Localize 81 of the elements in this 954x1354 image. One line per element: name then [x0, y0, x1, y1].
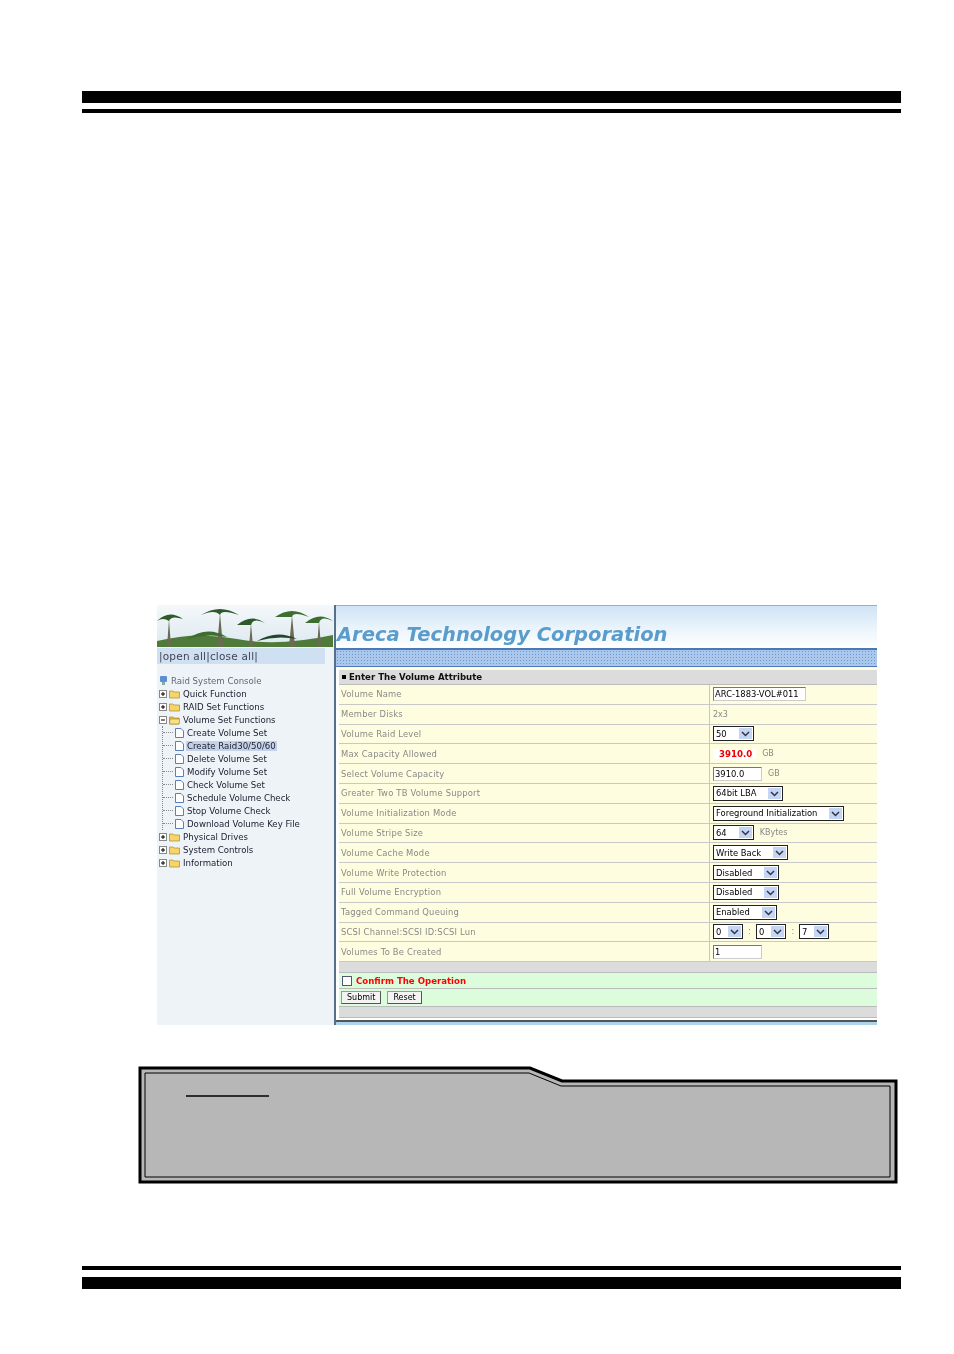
field-label: Volume Write Protection: [339, 863, 710, 882]
field-label: SCSI Channel:SCSI ID:SCSI Lun: [339, 922, 710, 942]
unit-label: KBytes: [759, 828, 788, 838]
field-value: 3910.0: [713, 748, 757, 759]
tree-item[interactable]: Quick Function: [182, 688, 248, 699]
caret-icon: [814, 926, 828, 938]
app-title: Areca Technology Corporation: [336, 623, 668, 648]
caret-icon: [773, 847, 787, 859]
field-label: Volume Cache Mode: [339, 843, 710, 863]
input-field[interactable]: 3910.0: [713, 766, 762, 781]
separator-colon: :: [790, 927, 796, 937]
field-label: Volume Stripe Size: [339, 823, 710, 843]
page-icon: [175, 805, 184, 816]
checkbox[interactable]: [342, 975, 352, 986]
caret-icon: [738, 728, 752, 740]
field-label: Full Volume Encryption: [339, 882, 710, 902]
section-header: Enter The Volume Attribute: [339, 670, 877, 685]
tree-item[interactable]: Modify Volume Set: [186, 766, 268, 777]
tree-item[interactable]: Create Raid30/50/60: [186, 740, 277, 751]
form-button[interactable]: Reset: [387, 991, 422, 1005]
tree-item[interactable]: Check Volume Set: [186, 779, 266, 790]
caret-icon: [764, 867, 778, 879]
unit-label: GB: [768, 769, 780, 779]
expand-icon: [159, 832, 167, 841]
tree-item[interactable]: RAID Set Functions: [182, 701, 266, 712]
caret-icon: [768, 787, 782, 799]
dropdown[interactable]: Write Back: [713, 845, 789, 861]
field-label: Member Disks: [339, 704, 710, 724]
field-label: Volumes To Be Created: [339, 942, 710, 962]
expand-icon: [159, 845, 167, 854]
dropdown[interactable]: 0: [713, 924, 744, 940]
tree-item[interactable]: Download Volume Key File: [186, 818, 301, 829]
computer-icon: [159, 675, 168, 686]
page-icon: [175, 753, 184, 764]
tree-item[interactable]: Schedule Volume Check: [186, 792, 292, 803]
caret-icon: [728, 926, 742, 938]
input-field[interactable]: ARC-1883-VOL#011: [713, 687, 806, 702]
unit-label: GB: [762, 749, 774, 759]
field-label: Select Volume Capacity: [339, 764, 710, 783]
caret-icon: [829, 807, 843, 819]
form-button[interactable]: Submit: [341, 991, 382, 1005]
tree-item[interactable]: Raid System Console: [170, 675, 263, 686]
expand-icon: [159, 858, 167, 867]
dropdown[interactable]: Enabled: [713, 904, 777, 920]
dropdown[interactable]: 0: [756, 924, 787, 940]
tree-item[interactable]: Stop Volume Check: [186, 805, 272, 816]
caret-icon: [761, 906, 775, 918]
caret-icon: [764, 886, 778, 898]
tree-item[interactable]: Physical Drives: [182, 831, 250, 842]
page-icon: [175, 818, 184, 829]
caret-icon: [771, 926, 785, 938]
page-icon: [175, 766, 184, 777]
expand-icon: [159, 689, 167, 698]
confirm-label: Confirm The Operation: [356, 975, 467, 986]
tree-item[interactable]: Delete Volume Set: [186, 753, 268, 764]
field-label: Volume Raid Level: [339, 724, 710, 744]
page-icon: [175, 779, 184, 790]
tree-item[interactable]: Volume Set Functions: [182, 714, 277, 725]
tree-item[interactable]: Information: [182, 857, 234, 868]
field-label: Greater Two TB Volume Support: [339, 784, 710, 803]
separator-colon: :: [747, 927, 753, 937]
field-label: Volume Initialization Mode: [339, 803, 710, 823]
caret-icon: [738, 827, 752, 839]
tree-item[interactable]: System Controls: [182, 844, 255, 855]
dropdown[interactable]: 50: [713, 726, 754, 742]
tree-item[interactable]: Create Volume Set: [186, 727, 269, 738]
field-label: Volume Name: [339, 685, 710, 704]
dropdown[interactable]: 7: [799, 924, 830, 940]
input-field[interactable]: 1: [713, 944, 762, 959]
field-label: Max Capacity Allowed: [339, 744, 710, 764]
dropdown[interactable]: Disabled: [713, 884, 780, 900]
dropdown[interactable]: Disabled: [713, 865, 780, 881]
page-icon: [175, 740, 184, 751]
page-icon: [175, 727, 184, 738]
field-label: Tagged Command Queuing: [339, 902, 710, 922]
dropdown[interactable]: 64: [713, 825, 754, 841]
page-icon: [175, 792, 184, 803]
dropdown[interactable]: 64bit LBA: [713, 785, 784, 801]
expand-icon: [159, 702, 167, 711]
dropdown[interactable]: Foreground Initialization: [713, 805, 845, 821]
collapse-icon: [159, 715, 167, 724]
